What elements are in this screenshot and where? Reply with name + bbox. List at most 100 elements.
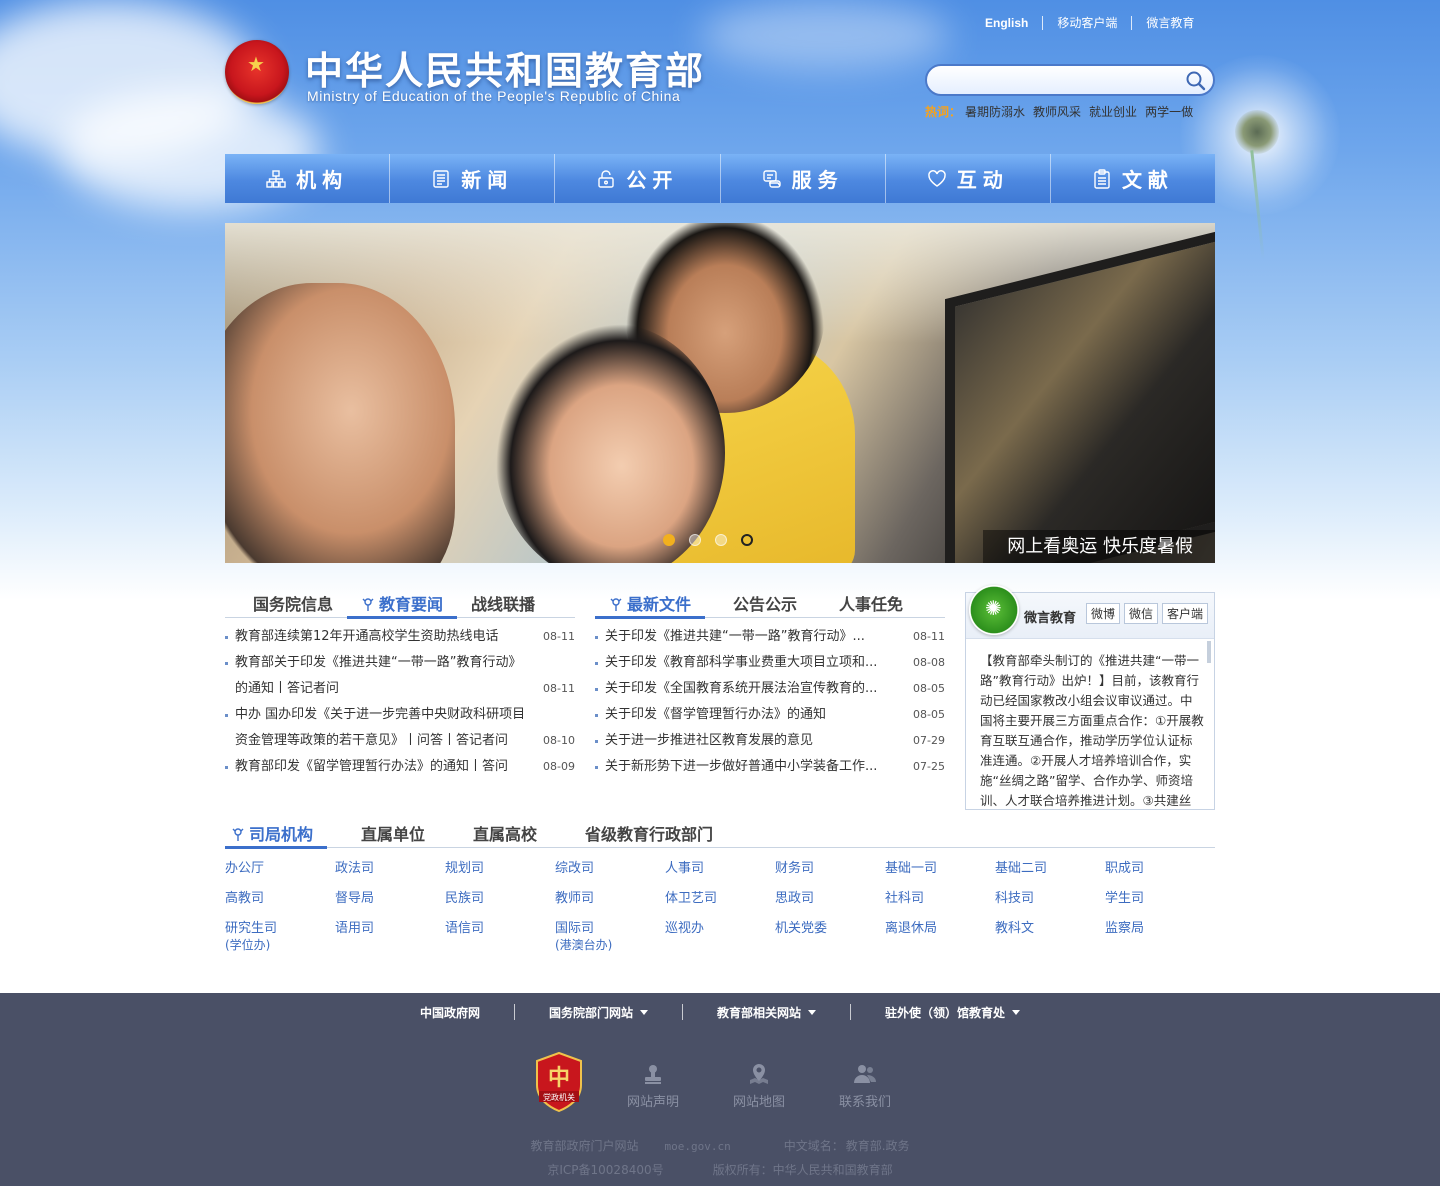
nav-item-interact[interactable]: 互动	[886, 154, 1051, 203]
scrollbar[interactable]	[1207, 641, 1211, 663]
banner-slideshow[interactable]: 网上看奥运 快乐度暑假	[225, 223, 1215, 563]
list-item[interactable]: 关于新形势下进一步做好普通中小学装备工作... 07-25	[595, 754, 945, 780]
slide-dot[interactable]	[663, 534, 675, 546]
tab-affiliated-universities[interactable]: 直属高校	[459, 822, 551, 847]
dept-link[interactable]: 人事司	[665, 860, 704, 878]
footer-link[interactable]: 中国政府网	[386, 1004, 514, 1021]
tab-provincial-depts[interactable]: 省级教育行政部门	[571, 822, 727, 847]
news-title[interactable]: 教育部印发《留学管理暂行办法》的通知丨答问	[235, 754, 535, 780]
file-title[interactable]: 关于印发《督学管理暂行办法》的通知	[605, 702, 901, 728]
hot-word[interactable]: 暑期防溺水	[965, 105, 1025, 119]
dept-link[interactable]: 研究生司 (学位办)	[225, 920, 277, 952]
slide-dot[interactable]	[715, 534, 727, 546]
search-icon[interactable]	[1185, 70, 1207, 92]
weibo-button[interactable]: 微博	[1085, 603, 1120, 624]
site-statement-link[interactable]: 网站声明	[613, 1063, 693, 1110]
dept-link[interactable]: 教科文	[995, 920, 1034, 938]
news-title[interactable]: 教育部连续第12年开通高校学生资助热线电话	[235, 624, 535, 650]
news-title[interactable]: 的通知丨答记者问	[235, 676, 535, 702]
news-title[interactable]: 资金管理等政策的若干意见》丨问答丨答记者问	[235, 728, 535, 754]
dept-link[interactable]: 民族司	[445, 890, 484, 908]
english-link[interactable]: English	[971, 16, 1042, 30]
list-item[interactable]: 关于印发《全国教育系统开展法治宣传教育的... 08-05	[595, 676, 945, 702]
list-item[interactable]: 教育部连续第12年开通高校学生资助热线电话 08-11	[225, 624, 575, 650]
weiyan-post[interactable]: 【教育部牵头制订的《推进共建“一带一路”教育行动》出炉！】目前，该教育行动已经国…	[980, 651, 1204, 809]
client-button[interactable]: 客户端	[1161, 603, 1208, 624]
footer-dropdown[interactable]: 教育部相关网站	[683, 1004, 850, 1021]
nav-item-open[interactable]: 公开	[555, 154, 721, 203]
dept-link[interactable]: 职成司	[1105, 860, 1144, 878]
dept-link[interactable]: 高教司	[225, 890, 264, 908]
file-title[interactable]: 关于进一步推进社区教育发展的意见	[605, 728, 901, 754]
tab-state-council[interactable]: 国务院信息	[239, 592, 347, 617]
dept-link[interactable]: 国际司 (港澳台办)	[555, 920, 612, 952]
weiyan-link[interactable]: 微言教育	[1132, 14, 1208, 31]
tab-education-news[interactable]: 教育要闻	[347, 592, 458, 619]
hot-word[interactable]: 两学一做	[1145, 105, 1193, 119]
weiyan-logo-icon[interactable]: ✺	[969, 585, 1019, 635]
list-item[interactable]: 资金管理等政策的若干意见》丨问答丨答记者问 08-10	[225, 728, 575, 754]
dept-link[interactable]: 基础一司	[885, 860, 937, 878]
dept-link[interactable]: 监察局	[1105, 920, 1144, 938]
dept-link[interactable]: 财务司	[775, 860, 814, 878]
party-government-badge-icon[interactable]: 中党政机关	[533, 1051, 585, 1113]
tab-affiliated-units[interactable]: 直属单位	[347, 822, 439, 847]
dept-link[interactable]: 教师司	[555, 890, 594, 908]
dept-link[interactable]: 办公厅	[225, 860, 264, 878]
dept-name: 监察局	[1105, 921, 1145, 936]
tab-announcements[interactable]: 公告公示	[719, 592, 811, 617]
file-title[interactable]: 关于新形势下进一步做好普通中小学装备工作...	[605, 754, 901, 780]
dept-link[interactable]: 政法司	[335, 860, 374, 878]
dept-link[interactable]: 机关党委	[775, 920, 827, 938]
mobile-client-link[interactable]: 移动客户端	[1043, 14, 1131, 31]
list-item[interactable]: 关于印发《督学管理暂行办法》的通知 08-05	[595, 702, 945, 728]
contact-us-link[interactable]: 联系我们	[825, 1063, 905, 1110]
dept-link[interactable]: 基础二司	[995, 860, 1047, 878]
dept-link[interactable]: 巡视办	[665, 920, 704, 938]
list-item[interactable]: 中办 国办印发《关于进一步完善中央财政科研项目	[225, 702, 575, 728]
list-item[interactable]: 教育部印发《留学管理暂行办法》的通知丨答问 08-09	[225, 754, 575, 780]
list-item[interactable]: 关于进一步推进社区教育发展的意见 07-29	[595, 728, 945, 754]
file-title[interactable]: 关于印发《推进共建“一带一路”教育行动》...	[605, 624, 901, 650]
list-item[interactable]: 的通知丨答记者问 08-11	[225, 676, 575, 702]
footer-dropdown[interactable]: 国务院部门网站	[515, 1004, 682, 1021]
slide-dot[interactable]	[741, 534, 753, 546]
tab-appointments[interactable]: 人事任免	[825, 592, 917, 617]
dept-link[interactable]: 规划司	[445, 860, 484, 878]
dept-link[interactable]: 社科司	[885, 890, 924, 908]
news-title[interactable]: 教育部关于印发《推进共建“一带一路”教育行动》	[235, 650, 565, 676]
list-item[interactable]: 关于印发《教育部科学事业费重大项目立项和... 08-08	[595, 650, 945, 676]
banner-caption[interactable]: 网上看奥运 快乐度暑假	[983, 530, 1215, 563]
icp-number[interactable]: 京ICP备10028400号	[547, 1163, 663, 1177]
dept-link[interactable]: 语用司	[335, 920, 374, 938]
dept-link[interactable]: 督导局	[335, 890, 374, 908]
list-item[interactable]: 教育部关于印发《推进共建“一带一路”教育行动》	[225, 650, 575, 676]
nav-item-org[interactable]: 机构	[225, 154, 391, 203]
national-emblem-icon[interactable]: ★	[225, 40, 289, 104]
nav-item-literature[interactable]: 文献	[1051, 154, 1215, 203]
wechat-button[interactable]: 微信	[1123, 603, 1158, 624]
hot-word[interactable]: 教师风采	[1033, 105, 1081, 119]
slide-dot[interactable]	[689, 534, 701, 546]
site-map-link[interactable]: 网站地图	[719, 1063, 799, 1110]
file-title[interactable]: 关于印发《教育部科学事业费重大项目立项和...	[605, 650, 901, 676]
search-input[interactable]	[939, 72, 1179, 90]
tab-latest-files[interactable]: 最新文件	[595, 592, 706, 619]
site-title[interactable]: 中华人民共和国教育部	[305, 40, 705, 95]
list-item[interactable]: 关于印发《推进共建“一带一路”教育行动》... 08-11	[595, 624, 945, 650]
dept-link[interactable]: 学生司	[1105, 890, 1144, 908]
dept-link[interactable]: 语信司	[445, 920, 484, 938]
tab-bureaus[interactable]: 司局机构	[225, 822, 328, 849]
tab-front-line[interactable]: 战线联播	[457, 592, 549, 617]
nav-item-news[interactable]: 新闻	[390, 154, 556, 203]
footer-dropdown[interactable]: 驻外使（领）馆教育处	[851, 1004, 1054, 1021]
dept-link[interactable]: 体卫艺司	[665, 890, 717, 908]
news-title[interactable]: 中办 国办印发《关于进一步完善中央财政科研项目	[235, 702, 565, 728]
dept-link[interactable]: 综改司	[555, 860, 594, 878]
dept-link[interactable]: 思政司	[775, 890, 814, 908]
dept-link[interactable]: 科技司	[995, 890, 1034, 908]
hot-word[interactable]: 就业创业	[1089, 105, 1137, 119]
file-title[interactable]: 关于印发《全国教育系统开展法治宣传教育的...	[605, 676, 901, 702]
nav-item-service[interactable]: 服务	[721, 154, 886, 203]
dept-link[interactable]: 离退休局	[885, 920, 937, 938]
